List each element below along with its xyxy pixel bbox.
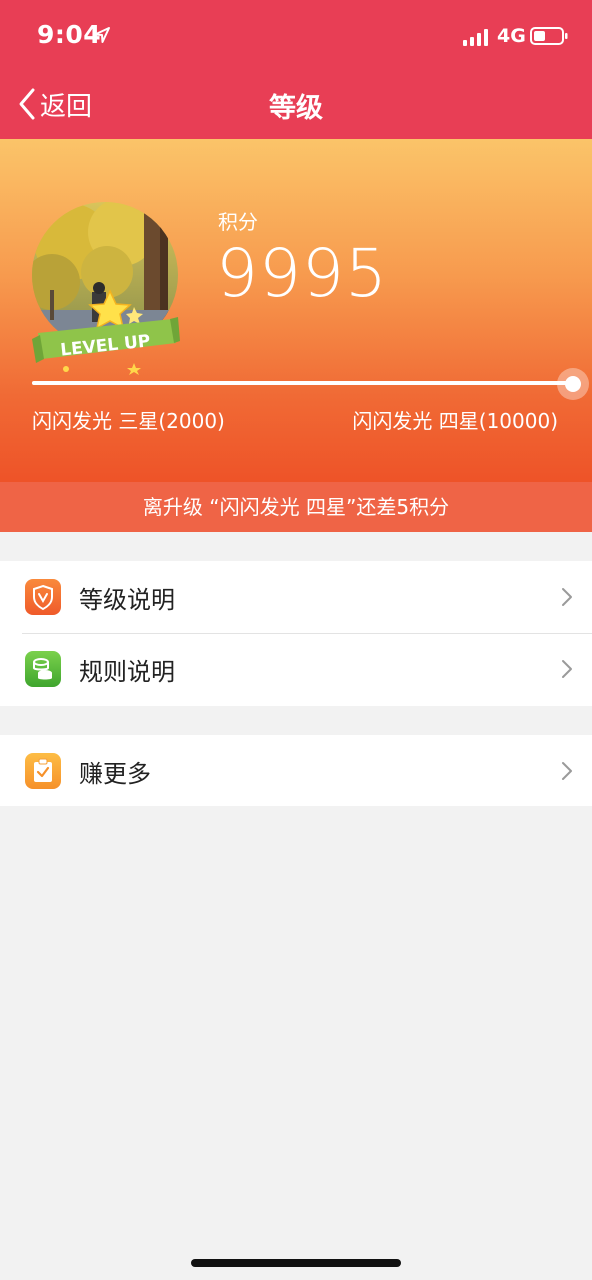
menu-group-earn: 赚更多 <box>0 735 592 806</box>
level-progress-fill <box>32 381 572 385</box>
menu-item-rule-info[interactable]: 规则说明 <box>0 633 592 705</box>
location-arrow-icon <box>94 27 110 43</box>
status-time: 9:04 <box>37 20 102 49</box>
current-level-label: 闪闪发光 三星(2000) <box>32 409 225 433</box>
chevron-right-icon <box>562 588 572 606</box>
level-up-badge: LEVEL UP <box>32 289 180 375</box>
level-page: 9:04 4G 返回 等级 LEVEL UP 积分 9995 闪闪发光 三星(2… <box>0 0 592 1280</box>
next-level-label: 闪闪发光 四星(10000) <box>352 409 558 433</box>
coins-icon <box>25 651 61 687</box>
points-value: 9995 <box>216 235 388 312</box>
home-indicator[interactable] <box>191 1259 401 1267</box>
progress-knob[interactable] <box>557 368 589 400</box>
shield-v-icon <box>25 579 61 615</box>
level-hero: LEVEL UP 积分 9995 闪闪发光 三星(2000) 闪闪发光 四星(1… <box>0 139 592 482</box>
menu-item-earn-more[interactable]: 赚更多 <box>0 735 592 807</box>
level-progress-track <box>32 381 572 385</box>
menu-group-info: 等级说明 规则说明 <box>0 561 592 706</box>
menu-item-label: 等级说明 <box>79 585 175 614</box>
upgrade-hint: 离升级 “闪闪发光 四星”还差5积分 <box>0 482 592 532</box>
points-label: 积分 <box>218 210 258 234</box>
chevron-right-icon <box>562 762 572 780</box>
header: 9:04 4G 返回 等级 <box>0 0 592 139</box>
signal-icon <box>463 29 488 46</box>
battery-icon <box>530 27 568 45</box>
progress-knob-dot <box>565 376 581 392</box>
menu-item-label: 赚更多 <box>79 759 151 788</box>
page-title: 等级 <box>269 93 323 124</box>
network-type: 4G <box>497 25 526 47</box>
clipboard-check-icon <box>25 753 61 789</box>
menu-item-level-info[interactable]: 等级说明 <box>0 561 592 634</box>
menu-item-label: 规则说明 <box>79 657 175 686</box>
chevron-right-icon <box>562 660 572 678</box>
